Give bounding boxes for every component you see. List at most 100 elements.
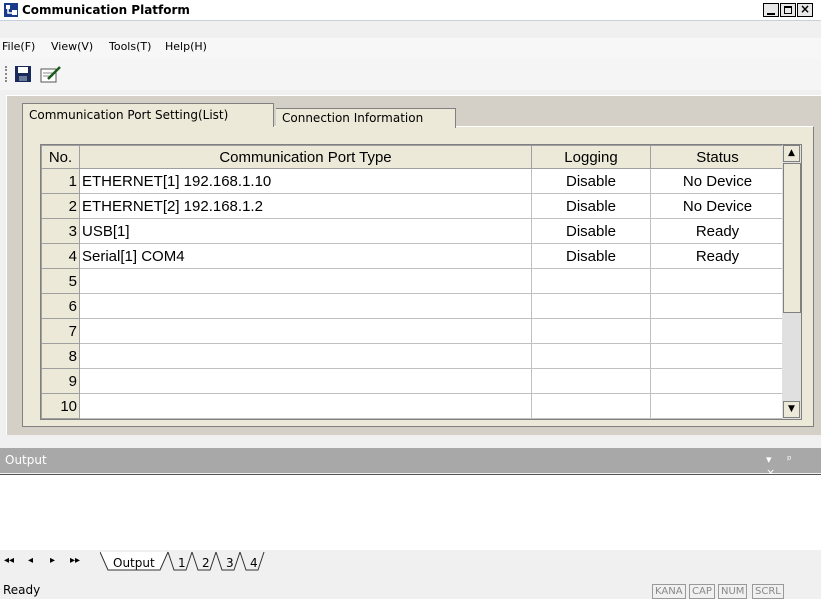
- logging-cell[interactable]: [531, 318, 651, 344]
- port-type-cell[interactable]: Serial[1] COM4: [79, 243, 532, 269]
- port-table: No. Communication Port Type Logging Stat…: [40, 144, 802, 420]
- arrow-down-icon: ▼: [788, 404, 795, 414]
- port-type-cell[interactable]: USB[1]: [79, 218, 532, 244]
- table-row[interactable]: 5: [41, 268, 785, 294]
- menu-file[interactable]: File(F): [2, 40, 35, 53]
- table-row[interactable]: 9: [41, 368, 785, 394]
- port-type-cell[interactable]: [79, 318, 532, 344]
- indicator-cap: CAP: [689, 584, 715, 599]
- menu-help[interactable]: Help(H): [165, 40, 207, 53]
- status-cell[interactable]: [650, 318, 785, 344]
- row-number[interactable]: 2: [41, 193, 80, 219]
- logging-cell[interactable]: Disable: [531, 243, 651, 269]
- output-tab-output[interactable]: Output: [113, 556, 155, 570]
- nav-first-icon[interactable]: ◂◂: [4, 555, 14, 566]
- status-cell[interactable]: Ready: [650, 243, 785, 269]
- logging-cell[interactable]: [531, 343, 651, 369]
- row-number[interactable]: 5: [41, 268, 80, 294]
- nav-next-icon[interactable]: ▸: [50, 555, 55, 566]
- menu-tools[interactable]: Tools(T): [109, 40, 151, 53]
- row-number[interactable]: 1: [41, 168, 80, 194]
- port-type-cell[interactable]: [79, 368, 532, 394]
- window-title: Communication Platform: [22, 3, 190, 17]
- table-row[interactable]: 11: [41, 418, 785, 419]
- output-content[interactable]: [0, 474, 821, 551]
- row-number[interactable]: 3: [41, 218, 80, 244]
- port-type-cell[interactable]: [79, 343, 532, 369]
- output-header: [0, 448, 821, 473]
- row-number[interactable]: 8: [41, 343, 80, 369]
- nav-prev-icon[interactable]: ◂: [28, 555, 33, 566]
- logging-cell[interactable]: Disable: [531, 218, 651, 244]
- logging-cell[interactable]: [531, 293, 651, 319]
- table-row[interactable]: 6: [41, 293, 785, 319]
- row-number[interactable]: 9: [41, 368, 80, 394]
- output-tab-4[interactable]: 4: [250, 556, 258, 570]
- status-cell[interactable]: [650, 343, 785, 369]
- port-type-cell[interactable]: [79, 268, 532, 294]
- logging-cell[interactable]: [531, 393, 651, 419]
- table-row[interactable]: 4 Serial[1] COM4 Disable Ready: [41, 243, 785, 269]
- scroll-down-button[interactable]: ▼: [783, 401, 800, 418]
- maximize-icon: [784, 6, 792, 14]
- tab-port-setting-label: Communication Port Setting(List): [29, 108, 229, 122]
- scroll-up-button[interactable]: ▲: [783, 145, 800, 162]
- status-cell[interactable]: Ready: [650, 218, 785, 244]
- edit-icon[interactable]: [40, 65, 62, 83]
- output-tab-1[interactable]: 1: [178, 556, 186, 570]
- table-row[interactable]: 8: [41, 343, 785, 369]
- status-cell[interactable]: No Device: [650, 168, 785, 194]
- port-type-cell[interactable]: [79, 418, 532, 419]
- row-number[interactable]: 6: [41, 293, 80, 319]
- output-tab-3[interactable]: 3: [226, 556, 234, 570]
- status-cell[interactable]: [650, 418, 785, 419]
- port-type-cell[interactable]: [79, 293, 532, 319]
- toolbar: [0, 58, 821, 90]
- row-number[interactable]: 4: [41, 243, 80, 269]
- status-cell[interactable]: [650, 393, 785, 419]
- status-cell[interactable]: [650, 293, 785, 319]
- col-port-type[interactable]: Communication Port Type: [79, 145, 532, 169]
- indicator-num: NUM: [718, 584, 748, 599]
- table-row[interactable]: 3 USB[1] Disable Ready: [41, 218, 785, 244]
- nav-last-icon[interactable]: ▸▸: [70, 555, 80, 566]
- save-icon[interactable]: [14, 65, 32, 83]
- indicator-kana: KANA: [652, 584, 686, 599]
- status-cell[interactable]: [650, 268, 785, 294]
- app-icon: [4, 3, 18, 17]
- output-tab-2[interactable]: 2: [202, 556, 210, 570]
- port-type-cell[interactable]: ETHERNET[2] 192.168.1.2: [79, 193, 532, 219]
- row-number[interactable]: 7: [41, 318, 80, 344]
- table-row[interactable]: 7: [41, 318, 785, 344]
- output-title: Output: [5, 453, 47, 467]
- maximize-button[interactable]: [780, 3, 796, 17]
- row-number[interactable]: 11: [41, 418, 80, 419]
- indicator-scrl: SCRL: [752, 584, 784, 599]
- tab-connection-info-label: Connection Information: [282, 111, 424, 125]
- scroll-thumb[interactable]: [783, 163, 801, 313]
- minimize-button[interactable]: [763, 3, 779, 17]
- port-type-cell[interactable]: ETHERNET[1] 192.168.1.10: [79, 168, 532, 194]
- logging-cell[interactable]: Disable: [531, 193, 651, 219]
- col-logging[interactable]: Logging: [531, 145, 651, 169]
- row-number[interactable]: 10: [41, 393, 80, 419]
- logging-cell[interactable]: [531, 368, 651, 394]
- port-type-cell[interactable]: [79, 393, 532, 419]
- status-cell[interactable]: No Device: [650, 193, 785, 219]
- logging-cell[interactable]: [531, 418, 651, 419]
- col-no[interactable]: No.: [41, 145, 80, 169]
- tab-connection-info[interactable]: Connection Information: [276, 108, 456, 128]
- table-row[interactable]: 10: [41, 393, 785, 419]
- toolbar-grip[interactable]: [5, 66, 9, 82]
- menu-view[interactable]: View(V): [51, 40, 93, 53]
- logging-cell[interactable]: [531, 268, 651, 294]
- close-button[interactable]: ×: [797, 2, 813, 17]
- minimize-icon: [767, 13, 775, 15]
- table-row[interactable]: 2 ETHERNET[2] 192.168.1.2 Disable No Device: [41, 193, 785, 219]
- arrow-up-icon: ▲: [788, 148, 795, 158]
- table-row[interactable]: 1 ETHERNET[1] 192.168.1.10 Disable No Devic…: [41, 168, 785, 194]
- logging-cell[interactable]: Disable: [531, 168, 651, 194]
- col-status[interactable]: Status: [650, 145, 785, 169]
- tab-port-setting[interactable]: Communication Port Setting(List): [22, 103, 274, 127]
- status-cell[interactable]: [650, 368, 785, 394]
